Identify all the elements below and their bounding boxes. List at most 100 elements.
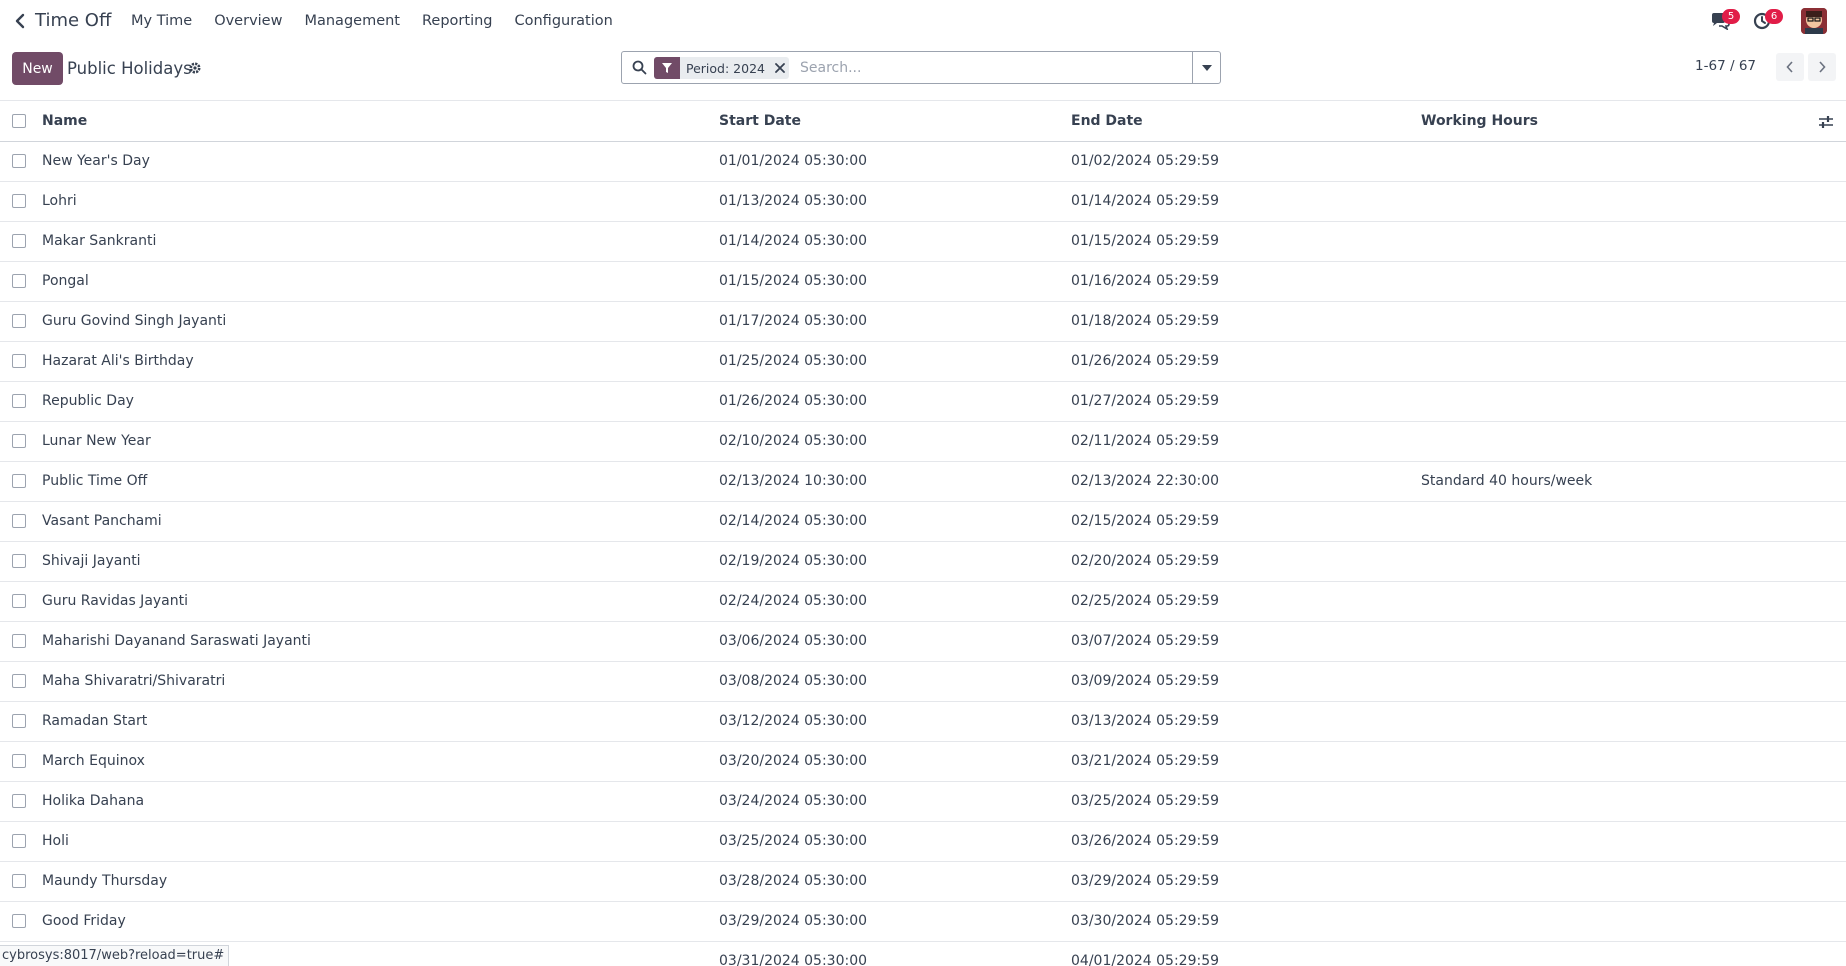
- cell-end-date: 03/26/2024 05:29:59: [1071, 833, 1220, 849]
- table-row[interactable]: Ramadan Start 03/12/2024 05:30:00 03/13/20…: [0, 702, 1846, 742]
- optional-columns-sliders-icon[interactable]: [1818, 114, 1834, 130]
- row-checkbox[interactable]: [12, 394, 26, 408]
- cell-end-date: 02/13/2024 22:30:00: [1071, 473, 1220, 489]
- row-checkbox[interactable]: [12, 914, 26, 928]
- row-checkbox[interactable]: [12, 274, 26, 288]
- search-bar: Period: 2024: [621, 51, 1221, 84]
- table-row[interactable]: New Year's Day 01/01/2024 05:30:00 01/02/2…: [0, 142, 1846, 182]
- table-row[interactable]: Maharishi Dayanand Saraswati Jayanti 03/0…: [0, 622, 1846, 662]
- cell-start-date: 02/24/2024 05:30:00: [719, 593, 868, 609]
- cell-end-date: 03/30/2024 05:29:59: [1071, 913, 1220, 929]
- table-row[interactable]: Guru Govind Singh Jayanti 01/17/2024 05:3…: [0, 302, 1846, 342]
- remove-facet-close-icon[interactable]: [771, 57, 789, 79]
- row-checkbox[interactable]: [12, 314, 26, 328]
- row-checkbox[interactable]: [12, 554, 26, 568]
- table-row[interactable]: Guru Ravidas Jayanti 02/24/2024 05:30:00 0…: [0, 582, 1846, 622]
- column-header-working-hours[interactable]: Working Hours: [1421, 113, 1538, 129]
- back-chevron-icon[interactable]: [14, 10, 28, 32]
- row-checkbox[interactable]: [12, 754, 26, 768]
- menu-item-reporting[interactable]: Reporting: [422, 11, 493, 31]
- row-checkbox[interactable]: [12, 714, 26, 728]
- row-checkbox[interactable]: [12, 234, 26, 248]
- cell-name: Vasant Panchami: [42, 513, 162, 529]
- cell-start-date: 02/14/2024 05:30:00: [719, 513, 868, 529]
- cell-name: Hazarat Ali's Birthday: [42, 353, 194, 369]
- column-header-name[interactable]: Name: [42, 113, 87, 129]
- row-checkbox[interactable]: [12, 634, 26, 648]
- table-row[interactable]: Pongal 01/15/2024 05:30:00 01/16/2024 05:2…: [0, 262, 1846, 302]
- row-checkbox[interactable]: [12, 194, 26, 208]
- cell-name: Maundy Thursday: [42, 873, 168, 889]
- activities-clock-icon[interactable]: 6: [1753, 9, 1783, 32]
- row-checkbox[interactable]: [12, 354, 26, 368]
- table-row[interactable]: Lunar New Year 02/10/2024 05:30:00 02/11/2…: [0, 422, 1846, 462]
- table-row[interactable]: March Equinox 03/20/2024 05:30:00 03/21/20…: [0, 742, 1846, 782]
- menu-item-overview[interactable]: Overview: [214, 11, 282, 31]
- activities-count-badge: 6: [1765, 9, 1783, 24]
- row-checkbox[interactable]: [12, 794, 26, 808]
- row-checkbox[interactable]: [12, 154, 26, 168]
- cell-start-date: 03/24/2024 05:30:00: [719, 793, 868, 809]
- table-row[interactable]: Maundy Thursday 03/28/2024 05:30:00 03/29/…: [0, 862, 1846, 902]
- control-panel: New Public Holidays Period: 2024 1-67 / …: [0, 43, 1846, 101]
- new-button[interactable]: New: [12, 52, 63, 85]
- cell-name: Lunar New Year: [42, 433, 151, 449]
- messages-chat-icon[interactable]: 5: [1710, 9, 1740, 32]
- table-row[interactable]: Shivaji Jayanti 02/19/2024 05:30:00 02/20/…: [0, 542, 1846, 582]
- pager-value[interactable]: 1-67 / 67: [1695, 58, 1756, 74]
- table-row[interactable]: Public Time Off 02/13/2024 10:30:00 02/13/…: [0, 462, 1846, 502]
- column-header-start-date[interactable]: Start Date: [719, 113, 801, 129]
- cell-end-date: 02/11/2024 05:29:59: [1071, 433, 1220, 449]
- row-checkbox[interactable]: [12, 834, 26, 848]
- row-checkbox[interactable]: [12, 674, 26, 688]
- filter-funnel-icon: [654, 57, 680, 79]
- cell-start-date: 01/17/2024 05:30:00: [719, 313, 868, 329]
- search-input[interactable]: [800, 57, 1180, 79]
- chevron-left-icon: [1786, 61, 1793, 73]
- select-all-checkbox[interactable]: [12, 114, 26, 128]
- menu-item-management[interactable]: Management: [304, 11, 400, 31]
- row-checkbox[interactable]: [12, 474, 26, 488]
- search-options-toggle[interactable]: [1192, 52, 1220, 83]
- table-row[interactable]: Republic Day 01/26/2024 05:30:00 01/27/202…: [0, 382, 1846, 422]
- row-checkbox[interactable]: [12, 514, 26, 528]
- gear-icon[interactable]: [188, 60, 204, 76]
- cell-name: Lohri: [42, 193, 77, 209]
- app-title[interactable]: Time Off: [35, 10, 111, 32]
- table-row[interactable]: Makar Sankranti 01/14/2024 05:30:00 01/15/…: [0, 222, 1846, 262]
- table-row[interactable]: Vasant Panchami 02/14/2024 05:30:00 02/15/…: [0, 502, 1846, 542]
- pager-previous-button[interactable]: [1776, 53, 1804, 81]
- table-row[interactable]: Maha Shivaratri/Shivaratri 03/08/2024 05:…: [0, 662, 1846, 702]
- row-checkbox[interactable]: [12, 434, 26, 448]
- table-row[interactable]: Hazarat Ali's Birthday 01/25/2024 05:30:0…: [0, 342, 1846, 382]
- systray: 5 6: [1696, 6, 1846, 36]
- cell-name: Maha Shivaratri/Shivaratri: [42, 673, 226, 689]
- caret-down-icon: [1201, 64, 1212, 71]
- cell-end-date: 04/01/2024 05:29:59: [1071, 953, 1220, 966]
- cell-end-date: 02/20/2024 05:29:59: [1071, 553, 1220, 569]
- row-checkbox[interactable]: [12, 874, 26, 888]
- row-checkbox[interactable]: [12, 594, 26, 608]
- cell-start-date: 01/14/2024 05:30:00: [719, 233, 868, 249]
- cell-name: Public Time Off: [42, 473, 148, 489]
- table-row[interactable]: Good Friday 03/29/2024 05:30:00 03/30/2024…: [0, 902, 1846, 942]
- cell-start-date: 03/28/2024 05:30:00: [719, 873, 868, 889]
- cell-name: Shivaji Jayanti: [42, 553, 141, 569]
- table-row[interactable]: Lohri 01/13/2024 05:30:00 01/14/2024 05:29…: [0, 182, 1846, 222]
- cell-end-date: 03/07/2024 05:29:59: [1071, 633, 1220, 649]
- table-row[interactable]: Holi 03/25/2024 05:30:00 03/26/2024 05:29:…: [0, 822, 1846, 862]
- cell-start-date: 01/25/2024 05:30:00: [719, 353, 868, 369]
- cell-end-date: 01/18/2024 05:29:59: [1071, 313, 1220, 329]
- cell-start-date: 02/13/2024 10:30:00: [719, 473, 868, 489]
- cell-end-date: 01/26/2024 05:29:59: [1071, 353, 1220, 369]
- pager-next-button[interactable]: [1808, 53, 1836, 81]
- column-header-end-date[interactable]: End Date: [1071, 113, 1143, 129]
- table-row[interactable]: Holika Dahana 03/24/2024 05:30:00 03/25/20…: [0, 782, 1846, 822]
- table-row[interactable]: 03/31/2024 05:30:00 04/01/2024 05:29:59: [0, 942, 1846, 966]
- cell-name: Holi: [42, 833, 69, 849]
- user-avatar[interactable]: [1801, 8, 1827, 34]
- menu-item-configuration[interactable]: Configuration: [515, 11, 613, 31]
- menu-item-my-time[interactable]: My Time: [131, 11, 192, 31]
- table-header: Name Start Date End Date Working Hours: [0, 102, 1846, 142]
- page-title[interactable]: Public Holidays: [67, 59, 192, 78]
